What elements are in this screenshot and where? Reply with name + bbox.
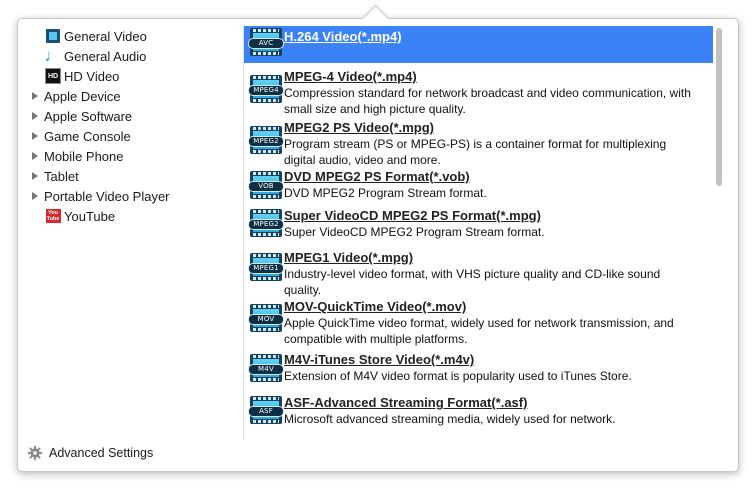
sidebar-item-label: Apple Software — [44, 108, 133, 124]
sidebar-item-general-video[interactable]: General Video — [17, 26, 239, 46]
gear-icon — [27, 445, 43, 461]
sidebar-item-label: Portable Video Player — [44, 188, 170, 204]
format-title: ASF-Advanced Streaming Format(*.asf) — [284, 395, 528, 410]
sidebar-item-mobile-phone[interactable]: Mobile Phone — [17, 146, 239, 166]
music-note-icon: ♩ — [44, 46, 62, 65]
format-title: MPEG2 PS Video(*.mpg) — [284, 120, 435, 135]
format-row-svcd[interactable]: MPEG2 Super VideoCD MPEG2 PS Format(*.mp… — [244, 205, 713, 249]
sidebar-item-youtube[interactable]: You Tube YouTube — [17, 206, 239, 226]
format-description: DVD MPEG2 Program Stream format. — [284, 186, 487, 200]
sidebar-item-general-audio[interactable]: ♩ General Audio — [17, 46, 239, 66]
format-description: Extension of M4V video format is popular… — [284, 369, 632, 383]
film-icon: MPEG2 — [248, 209, 284, 237]
list-scrollbar[interactable] — [714, 28, 724, 438]
format-description: Program stream (PS or MPEG-PS) is a cont… — [284, 137, 667, 167]
format-row-mpeg4[interactable]: MPEG4 MPEG-4 Video(*.mp4) Compression st… — [244, 63, 713, 118]
format-row-asf[interactable]: ASF ASF-Advanced Streaming Format(*.asf)… — [244, 393, 713, 433]
format-row-mov[interactable]: MOV MOV-QuickTime Video(*.mov) Apple Qui… — [244, 299, 713, 352]
film-icon: MPEG2 — [248, 126, 284, 154]
format-description: Super VideoCD MPEG2 Program Stream forma… — [284, 225, 545, 239]
format-row-dvd-vob[interactable]: VOB DVD MPEG2 PS Format(*.vob) DVD MPEG2… — [244, 168, 713, 205]
film-icon: VOB — [248, 171, 284, 199]
format-description: Microsoft advanced streaming media, wide… — [284, 412, 616, 426]
film-icon: MOV — [248, 304, 284, 332]
sidebar-item-portable-video-player[interactable]: Portable Video Player — [17, 186, 239, 206]
sidebar-item-label: General Video — [64, 28, 147, 44]
disclosure-triangle-icon[interactable] — [32, 92, 38, 100]
film-icon: ASF — [248, 396, 284, 424]
advanced-settings-button[interactable]: Advanced Settings — [27, 444, 153, 462]
disclosure-triangle-icon[interactable] — [32, 172, 38, 180]
sidebar-item-apple-software[interactable]: Apple Software — [17, 106, 239, 126]
category-sidebar: General Video ♩ General Audio HD HD Vide… — [17, 26, 239, 226]
format-title: MOV-QuickTime Video(*.mov) — [284, 299, 467, 314]
film-icon: AVC — [248, 28, 284, 56]
sidebar-item-label: Mobile Phone — [44, 148, 124, 164]
format-row-mpeg1[interactable]: MPEG1 MPEG1 Video(*.mpg) Industry-level … — [244, 249, 713, 299]
advanced-settings-label: Advanced Settings — [49, 446, 154, 460]
film-icon — [45, 28, 61, 44]
sidebar-item-hd-video[interactable]: HD HD Video — [17, 66, 239, 86]
scrollbar-thumb[interactable] — [716, 28, 722, 186]
format-title: H.264 Video(*.mp4) — [284, 29, 402, 44]
format-title: MPEG1 Video(*.mpg) — [284, 250, 414, 265]
sidebar-item-game-console[interactable]: Game Console — [17, 126, 239, 146]
disclosure-triangle-icon[interactable] — [32, 192, 38, 200]
sidebar-item-apple-device[interactable]: Apple Device — [17, 86, 239, 106]
format-title: DVD MPEG2 PS Format(*.vob) — [284, 169, 470, 184]
disclosure-triangle-icon[interactable] — [32, 152, 38, 160]
sidebar-item-label: YouTube — [64, 208, 116, 224]
film-icon: M4V — [248, 354, 284, 382]
format-title: M4V-iTunes Store Video(*.m4v) — [284, 352, 475, 367]
format-description: Industry-level video format, with VHS pi… — [284, 267, 661, 297]
sidebar-item-tablet[interactable]: Tablet — [17, 166, 239, 186]
sidebar-item-label: Apple Device — [44, 88, 121, 104]
format-title: MPEG-4 Video(*.mp4) — [284, 69, 417, 84]
format-description: Compression standard for network broadca… — [284, 86, 691, 116]
format-description: Apple QuickTime video format, widely use… — [284, 316, 674, 346]
format-row-mpeg2-ps[interactable]: MPEG2 MPEG2 PS Video(*.mpg) Program stre… — [244, 118, 713, 168]
disclosure-triangle-icon[interactable] — [32, 112, 38, 120]
film-icon: MPEG4 — [248, 75, 284, 103]
youtube-icon: You Tube — [45, 209, 61, 223]
format-list: AVC H.264 Video(*.mp4) MPEG4 MPEG-4 Vide… — [243, 26, 713, 440]
format-title: Super VideoCD MPEG2 PS Format(*.mpg) — [284, 208, 541, 223]
hd-icon: HD — [45, 68, 61, 84]
film-icon: MPEG1 — [248, 253, 284, 281]
format-row-h264[interactable]: AVC H.264 Video(*.mp4) — [244, 26, 713, 63]
sidebar-item-label: Tablet — [44, 168, 79, 184]
sidebar-item-label: HD Video — [64, 68, 120, 84]
sidebar-item-label: General Audio — [64, 48, 147, 64]
format-row-m4v[interactable]: M4V M4V-iTunes Store Video(*.m4v) Extens… — [244, 352, 713, 393]
sidebar-item-label: Game Console — [44, 128, 131, 144]
disclosure-triangle-icon[interactable] — [32, 132, 38, 140]
